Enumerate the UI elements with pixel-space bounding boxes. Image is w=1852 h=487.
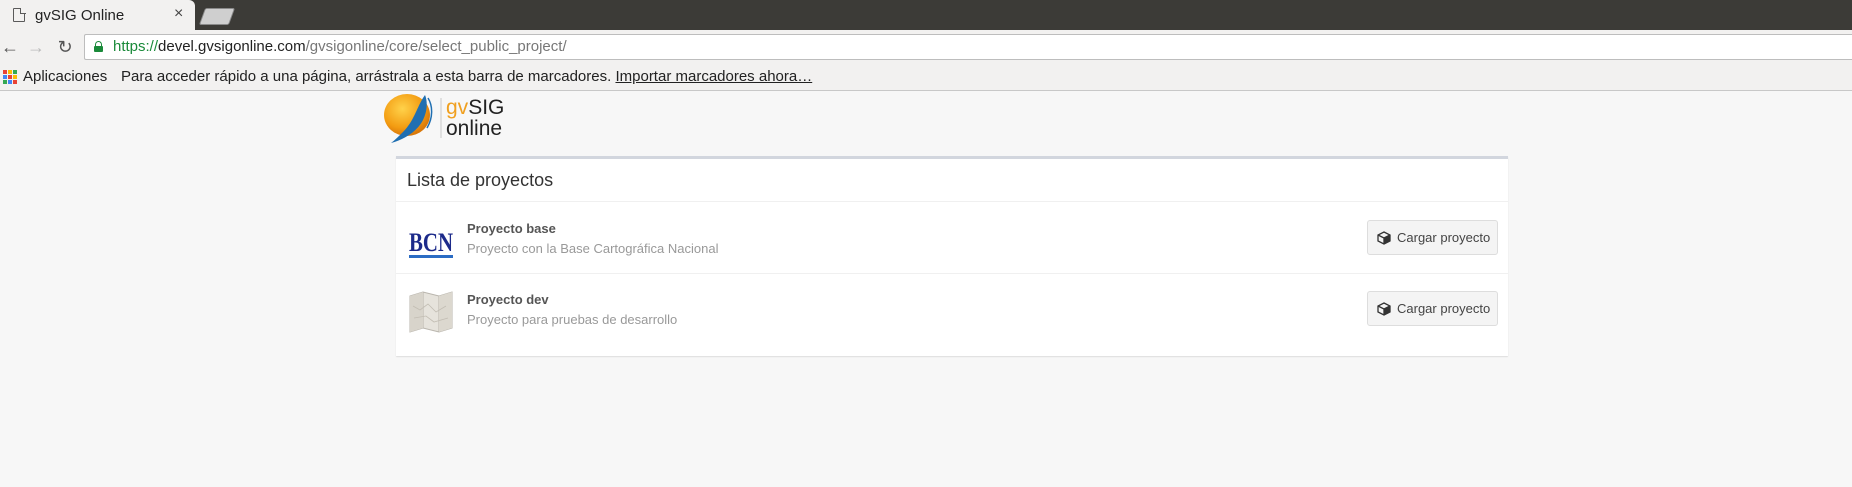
load-project-label: Cargar proyecto	[1397, 301, 1491, 316]
address-bar[interactable]: https://devel.gvsigonline.com/gvsigonlin…	[84, 34, 1852, 60]
project-name: Proyecto base	[467, 221, 556, 236]
apps-bookmark[interactable]: Aplicaciones	[23, 68, 107, 85]
load-project-button[interactable]: Cargar proyecto	[1367, 291, 1498, 326]
project-description: Proyecto para pruebas de desarrollo	[467, 312, 678, 327]
bcn-thumb-text: BCN	[409, 228, 453, 257]
page-content: gvSIG online Lista de proyectos BCN Proy…	[0, 92, 1852, 487]
project-name: Proyecto dev	[467, 292, 549, 307]
reload-icon[interactable]: ↻	[55, 37, 75, 57]
close-tab-icon[interactable]: ×	[174, 5, 183, 23]
logo-sig-text: SIG	[468, 96, 505, 119]
projects-panel: Lista de proyectos BCN Proyecto base Pro…	[396, 156, 1508, 356]
map-thumbnail	[409, 291, 453, 333]
cube-icon	[1377, 231, 1391, 245]
load-project-label: Cargar proyecto	[1397, 230, 1491, 245]
logo-online-text: online	[446, 117, 503, 140]
url-text[interactable]: https://devel.gvsigonline.com/gvsigonlin…	[113, 38, 567, 55]
browser-toolbar: ← → ↻ https://devel.gvsigonline.com/gvsi…	[0, 30, 1852, 64]
back-arrow-icon[interactable]: ←	[0, 37, 20, 57]
gvsig-logo[interactable]: gvSIG online	[381, 92, 511, 144]
bookmarks-hint: Para acceder rápido a una página, arrást…	[121, 68, 813, 85]
forward-arrow-icon[interactable]: →	[26, 37, 46, 57]
browser-tab[interactable]: gvSIG Online ×	[0, 0, 195, 30]
load-project-button[interactable]: Cargar proyecto	[1367, 220, 1498, 255]
import-bookmarks-link[interactable]: Importar marcadores ahora…	[615, 68, 812, 85]
new-tab-button[interactable]	[198, 8, 236, 25]
page-icon	[13, 7, 26, 22]
gvsig-logo-icon	[384, 94, 442, 143]
tab-title: gvSIG Online	[35, 7, 125, 24]
bookmarks-bar: Aplicaciones Para acceder rápido a una p…	[0, 64, 1852, 91]
tab-strip: gvSIG Online ×	[0, 0, 1852, 30]
panel-header: Lista de proyectos	[396, 159, 1508, 202]
project-item: Proyecto dev Proyecto para pruebas de de…	[396, 273, 1508, 343]
project-description: Proyecto con la Base Cartográfica Nacion…	[467, 241, 719, 256]
lock-icon	[94, 41, 103, 52]
cube-icon	[1377, 302, 1391, 316]
project-item: BCN Proyecto base Proyecto con la Base C…	[396, 203, 1508, 273]
logo-gv-text: gv	[446, 96, 469, 119]
apps-grid-icon[interactable]	[3, 70, 17, 84]
panel-title: Lista de proyectos	[407, 170, 554, 190]
bcn-logo-thumbnail: BCN	[408, 217, 454, 263]
